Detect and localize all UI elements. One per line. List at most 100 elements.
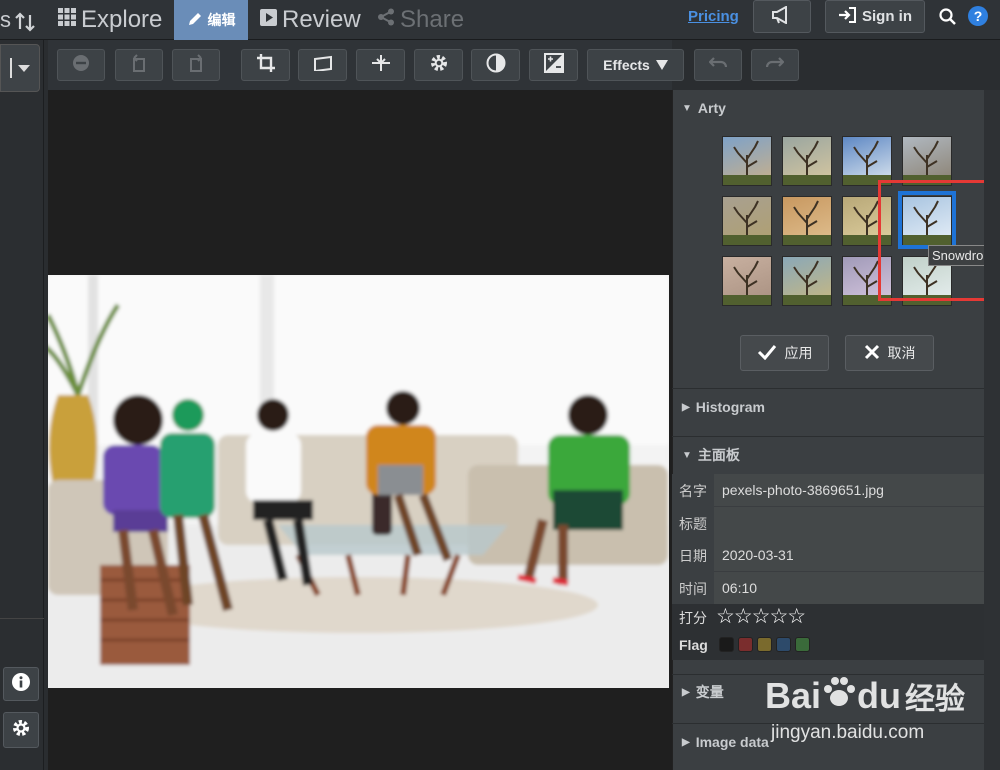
crop-button[interactable]: [241, 49, 290, 81]
arty-title: Arty: [697, 100, 726, 116]
effect-thumbnail[interactable]: [842, 136, 892, 186]
tab-share[interactable]: Share: [377, 0, 464, 40]
info-icon: [12, 673, 30, 695]
main-panel-header[interactable]: ▼ 主面板: [672, 443, 984, 467]
undo-button[interactable]: [694, 49, 742, 81]
histogram-title: Histogram: [695, 399, 765, 415]
rating-label: 打分: [679, 610, 707, 626]
cancel-button[interactable]: 取消: [845, 335, 934, 371]
triangle-right-icon: ▶: [682, 686, 690, 698]
tab-review[interactable]: Review: [260, 0, 361, 40]
preview-photo[interactable]: [48, 275, 669, 688]
megaphone-button[interactable]: [753, 0, 811, 33]
sort-arrows-icon[interactable]: [14, 2, 36, 42]
flag-color-swatch[interactable]: [738, 637, 753, 652]
watermark-url: jingyan.baidu.com: [771, 722, 925, 743]
help-icon[interactable]: ?: [968, 6, 988, 31]
redo-icon: [765, 56, 785, 75]
sidebar-divider: [0, 618, 44, 619]
flag-color-swatch[interactable]: [719, 637, 734, 652]
watermark-brand-cn: 经验: [905, 683, 966, 716]
undo-icon: [708, 56, 728, 75]
effect-thumbnail[interactable]: [782, 136, 832, 186]
remove-button[interactable]: [57, 49, 105, 81]
grid-icon: [58, 8, 76, 32]
dropdown-divider: [10, 58, 12, 78]
straighten-button[interactable]: [298, 49, 347, 81]
flag-color-swatch[interactable]: [776, 637, 791, 652]
gear-icon: [429, 53, 449, 78]
effect-thumbnail[interactable]: [902, 136, 952, 186]
fragment-text: s: [0, 7, 11, 32]
check-icon: [757, 344, 777, 363]
adjust-button[interactable]: [414, 49, 463, 81]
effect-thumbnail[interactable]: [722, 196, 772, 246]
straighten-icon: [313, 55, 333, 76]
sign-in-icon: [838, 6, 856, 27]
watermark-brand-a: Bai: [765, 675, 822, 716]
arty-section-header[interactable]: ▼ Arty: [672, 96, 984, 120]
minus-circle-icon: [72, 54, 90, 77]
exposure-button[interactable]: [529, 49, 578, 81]
section-divider: [672, 436, 984, 437]
time-field[interactable]: 06:10: [714, 572, 984, 605]
sign-in-button[interactable]: Sign in: [825, 0, 925, 33]
play-icon: [260, 8, 277, 32]
info-button[interactable]: [3, 667, 39, 701]
close-icon: [864, 344, 880, 363]
baidu-watermark: Bai du 经验 jingyan.baidu.com: [765, 668, 995, 748]
collection-dropdown[interactable]: [0, 44, 40, 92]
redo-button[interactable]: [751, 49, 799, 81]
paw-icon: [822, 675, 856, 718]
variables-title: 变量: [695, 684, 724, 700]
contrast-button[interactable]: [471, 49, 520, 81]
flag-color-picker: [719, 637, 814, 652]
effects-label: Effects: [603, 57, 650, 73]
tab-explore[interactable]: Explore: [58, 0, 162, 40]
field-row-title: 标题: [672, 507, 984, 540]
triangle-down-icon: ▼: [682, 102, 692, 114]
title-field[interactable]: [714, 507, 984, 540]
rotate-left-button[interactable]: [115, 49, 163, 81]
effect-thumbnail[interactable]: [782, 256, 832, 306]
effect-thumbnail[interactable]: [722, 256, 772, 306]
apply-label: 应用: [784, 345, 813, 361]
field-label: 日期: [672, 539, 714, 572]
image-data-title: Image data: [695, 734, 769, 750]
flag-color-swatch[interactable]: [795, 637, 810, 652]
effects-button[interactable]: Effects: [587, 49, 684, 81]
search-icon[interactable]: [939, 8, 957, 31]
share-icon: [377, 8, 395, 32]
apply-button[interactable]: 应用: [740, 335, 829, 371]
triangle-right-icon: ▶: [682, 401, 690, 413]
rotate-right-icon: [187, 53, 205, 77]
left-fragment: s: [0, 0, 11, 40]
tab-edit[interactable]: 编辑: [174, 0, 248, 40]
histogram-section-header[interactable]: ▶ Histogram: [672, 395, 984, 419]
triangle-right-icon: ▶: [682, 736, 690, 748]
exposure-icon: [543, 52, 564, 78]
main-panel-title: 主面板: [697, 447, 740, 463]
contrast-icon: [486, 53, 506, 78]
sign-in-label: Sign in: [862, 8, 912, 25]
annotation-highlight-box: [878, 180, 997, 301]
tab-edit-label: 编辑: [207, 12, 236, 28]
rotate-right-button[interactable]: [172, 49, 220, 81]
date-field[interactable]: 2020-03-31: [714, 539, 984, 572]
gear-icon: [11, 718, 31, 742]
chevron-down-icon: [18, 61, 30, 76]
field-label: 标题: [672, 507, 714, 540]
pencil-icon: [187, 11, 203, 30]
pricing-link[interactable]: Pricing: [688, 8, 739, 25]
rating-stars[interactable]: ☆☆☆☆☆: [716, 604, 806, 629]
filename-field[interactable]: pexels-photo-3869651.jpg: [714, 474, 984, 507]
flag-color-swatch[interactable]: [757, 637, 772, 652]
level-button[interactable]: [356, 49, 405, 81]
effect-thumbnail[interactable]: [722, 136, 772, 186]
cancel-label: 取消: [887, 345, 916, 361]
crop-icon: [256, 53, 275, 77]
effect-thumbnail[interactable]: [782, 196, 832, 246]
settings-button[interactable]: [3, 712, 39, 748]
watermark-brand-b: du: [857, 675, 902, 716]
field-label: 时间: [672, 572, 714, 605]
